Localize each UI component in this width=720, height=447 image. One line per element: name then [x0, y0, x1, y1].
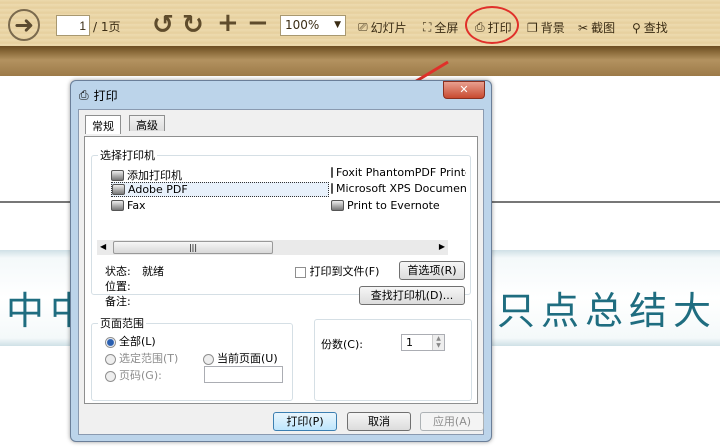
dialog-title: 打印 — [93, 89, 118, 103]
fax-icon — [111, 200, 124, 211]
copies-input[interactable]: 1 ▲ ▼ — [401, 334, 445, 351]
print-to-file-checkbox[interactable]: 打印到文件(F) — [295, 263, 379, 279]
printer-icon — [331, 167, 333, 178]
tab-general[interactable]: 常规 — [85, 115, 121, 134]
comment-label: 备注: — [105, 295, 131, 308]
scroll-right-icon[interactable]: ▶ — [439, 242, 445, 251]
status-value: 就绪 — [142, 265, 164, 278]
printer-item-fax[interactable]: Fax — [111, 199, 146, 212]
printer-item-adobe-pdf[interactable]: Adobe PDF — [111, 182, 329, 197]
printer-item-evernote[interactable]: Print to Evernote — [331, 199, 440, 212]
range-all-radio[interactable]: 全部(L) — [105, 333, 156, 349]
dialog-titlebar: ⎙ 打印 — [79, 87, 118, 104]
radio-dot — [203, 353, 214, 365]
scroll-thumb[interactable]: ||| — [113, 241, 273, 254]
general-panel: 选择打印机 添加打印机 Adobe PDF Fax Foxit PhantomP… — [84, 136, 478, 404]
copies-group — [314, 319, 472, 401]
printer-icon — [331, 200, 344, 211]
radio-dot — [105, 353, 116, 365]
print-dialog: ⎙ 打印 ✕ 选择打印机 添加打印机 Adobe PDF Fax Foxit Ph… — [70, 80, 492, 442]
printer-item-xps[interactable]: Microsoft XPS Document Writer — [331, 182, 466, 195]
printer-label: Adobe PDF — [128, 183, 188, 196]
printer-icon — [331, 183, 333, 194]
page-range-label: 页面范围 — [100, 317, 144, 330]
range-selection-label: 选定范围(T) — [119, 352, 179, 365]
apply-button[interactable]: 应用(A) — [420, 412, 484, 431]
printer-label: Fax — [127, 199, 146, 212]
range-all-label: 全部(L) — [119, 335, 156, 348]
print-confirm-button[interactable]: 打印(P) — [273, 412, 337, 431]
location-label: 位置: — [105, 280, 131, 293]
printer-label: Foxit PhantomPDF Printer — [336, 166, 466, 179]
copies-label: 份数(C): — [321, 338, 363, 351]
range-pages-label: 页码(G): — [119, 369, 162, 382]
radio-dot — [105, 336, 116, 348]
range-selection-radio[interactable]: 选定范围(T) — [105, 350, 178, 366]
scroll-left-icon[interactable]: ◀ — [100, 242, 106, 251]
printer-item-foxit[interactable]: Foxit PhantomPDF Printer — [331, 166, 466, 179]
radio-dot — [105, 370, 116, 382]
status-label: 状态: — [105, 265, 131, 278]
find-printer-button[interactable]: 查找打印机(D)... — [359, 286, 465, 305]
cancel-button[interactable]: 取消 — [347, 412, 411, 431]
print-to-file-label: 打印到文件(F) — [309, 265, 380, 278]
range-current-label: 当前页面(U) — [217, 352, 278, 365]
copies-value: 1 — [406, 336, 413, 349]
spinner-icon[interactable]: ▲ ▼ — [432, 335, 444, 350]
preferences-button[interactable]: 首选项(R) — [399, 261, 465, 280]
page-range-input[interactable] — [204, 366, 283, 383]
printer-group-label: 选择打印机 — [100, 149, 155, 162]
printer-list-scrollbar[interactable]: ◀ ||| ▶ — [97, 240, 448, 255]
dialog-body: 选择打印机 添加打印机 Adobe PDF Fax Foxit PhantomP… — [78, 109, 484, 435]
tab-advanced[interactable]: 高级 — [129, 115, 165, 132]
range-current-radio[interactable]: 当前页面(U) — [203, 350, 278, 366]
printer-label: Microsoft XPS Document Writer — [336, 182, 466, 195]
checkbox-box — [295, 266, 306, 278]
printer-default-icon — [112, 184, 125, 195]
range-pages-radio[interactable]: 页码(G): — [105, 367, 162, 383]
printer-label: 添加打印机 — [127, 169, 182, 182]
printer-label: Print to Evernote — [347, 199, 440, 212]
printer-icon: ⎙ — [79, 88, 89, 102]
add-printer-icon — [111, 169, 124, 181]
printer-item-add[interactable]: 添加打印机 — [111, 167, 182, 183]
close-button[interactable]: ✕ — [443, 81, 485, 99]
